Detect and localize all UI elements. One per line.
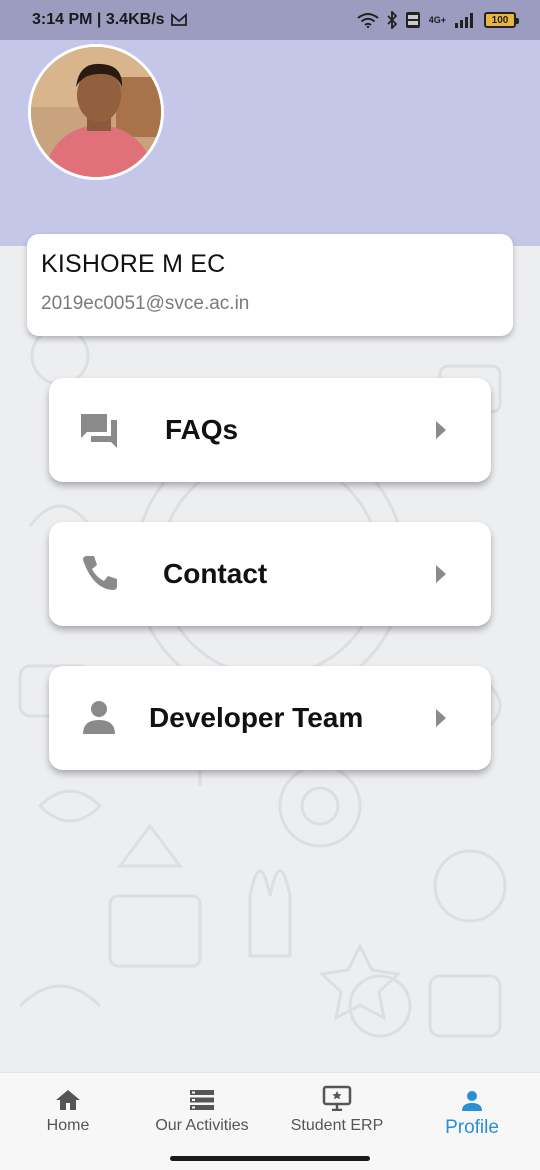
user-email: 2019ec0051@svce.ac.in	[41, 293, 250, 314]
volte-icon	[405, 11, 421, 29]
contact-label: Contact	[163, 558, 268, 589]
gmail-icon	[170, 13, 187, 27]
network-type: 4G+	[428, 14, 446, 25]
nav-student-erp[interactable]: Student ERP	[288, 1085, 386, 1135]
contact-button[interactable]: Contact	[49, 522, 491, 626]
nav-student-erp-label: Student ERP	[290, 1117, 384, 1134]
chevron-right-icon	[435, 708, 447, 728]
list-icon	[187, 1085, 217, 1111]
nav-our-activities[interactable]: Our Activities	[150, 1085, 254, 1135]
chevron-right-icon	[435, 420, 447, 440]
status-bar: 3:14 PM | 3.4KB/s 4G+ 100	[0, 0, 540, 40]
user-info-card: KISHORE M EC 2019ec0051@svce.ac.in	[27, 234, 513, 336]
nav-profile[interactable]: Profile	[440, 1085, 504, 1139]
faqs-button[interactable]: FAQs	[49, 378, 491, 482]
person-icon	[457, 1085, 487, 1111]
phone-icon	[79, 554, 119, 594]
nav-home-label: Home	[46, 1117, 90, 1134]
user-name: KISHORE M EC	[41, 250, 226, 278]
chevron-right-icon	[435, 564, 447, 584]
developer-team-button[interactable]: Developer Team	[49, 666, 491, 770]
battery-icon: 100	[484, 12, 519, 28]
avatar	[28, 44, 164, 180]
home-indicator[interactable]	[170, 1156, 370, 1161]
faqs-label: FAQs	[165, 414, 239, 445]
nav-home[interactable]: Home	[40, 1085, 96, 1135]
nav-profile-label: Profile	[445, 1117, 499, 1138]
wifi-icon	[357, 12, 379, 28]
developer-team-label: Developer Team	[149, 702, 364, 733]
doodle-background	[0, 246, 540, 1072]
person-icon	[79, 698, 119, 738]
home-icon	[53, 1085, 83, 1111]
monitor-icon	[322, 1085, 352, 1111]
chat-icon	[79, 410, 119, 450]
signal-icon	[454, 12, 476, 28]
status-time: 3:14 PM | 3.4KB/s	[32, 11, 165, 28]
bluetooth-icon	[387, 11, 397, 29]
nav-our-activities-label: Our Activities	[155, 1117, 249, 1134]
